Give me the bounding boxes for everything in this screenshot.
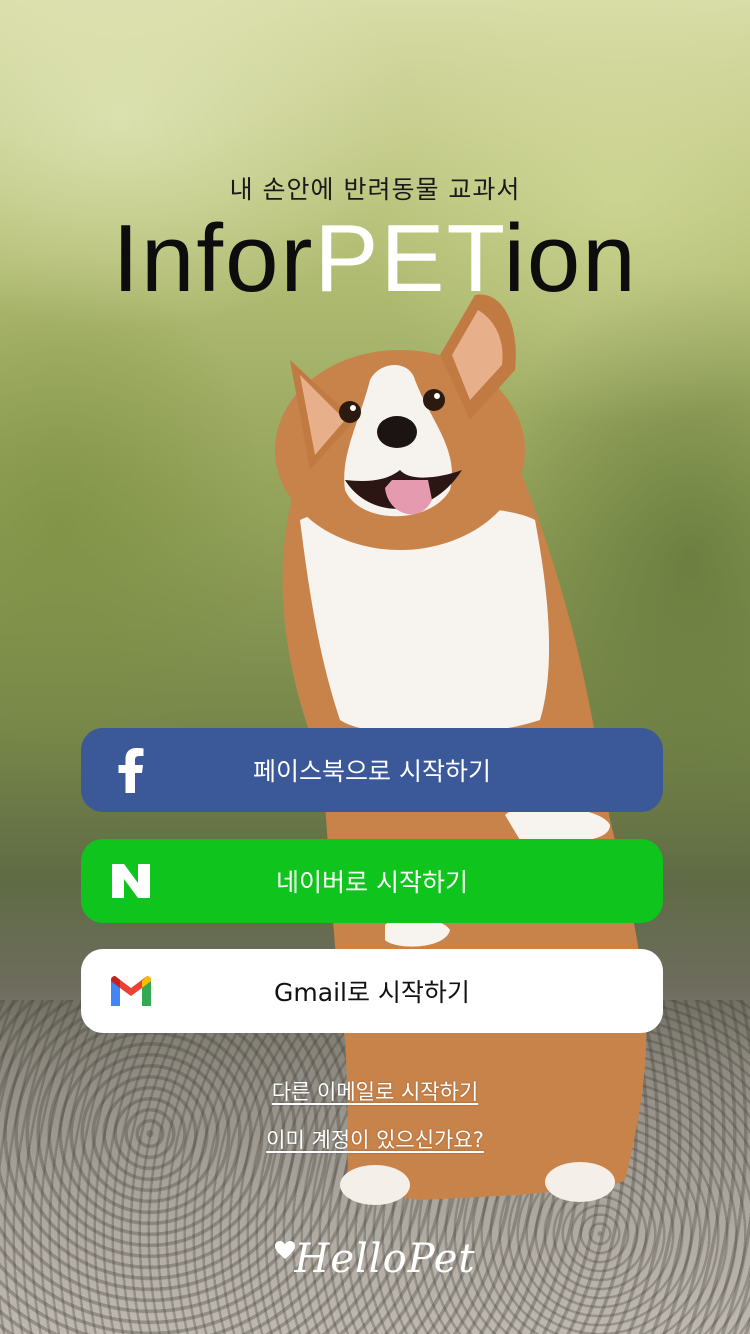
naver-icon xyxy=(103,853,159,909)
naver-login-label: 네이버로 시작하기 xyxy=(276,868,468,897)
app-title-prefix: Infor xyxy=(112,205,315,312)
existing-account-link[interactable]: 이미 계정이 있으신가요? xyxy=(0,1124,750,1154)
facebook-icon xyxy=(103,742,159,798)
other-email-link[interactable]: 다른 이메일로 시작하기 xyxy=(0,1076,750,1106)
facebook-login-label: 페이스북으로 시작하기 xyxy=(253,757,491,786)
app-title: InforPETion xyxy=(0,204,750,314)
tagline: 내 손안에 반려동물 교과서 xyxy=(229,175,521,204)
naver-login-button[interactable]: 네이버로 시작하기 xyxy=(81,839,663,923)
gmail-login-label: Gmail로 시작하기 xyxy=(274,978,470,1007)
login-screen: 내 손안에 반려동물 교과서 InforPETion 페이스북으로 시작하기 네… xyxy=(0,0,750,1334)
gmail-login-button[interactable]: Gmail로 시작하기 xyxy=(81,949,663,1033)
brand-logo: HelloPet xyxy=(0,1236,750,1282)
gmail-icon xyxy=(103,963,159,1019)
app-title-suffix: ion xyxy=(503,205,638,312)
facebook-login-button[interactable]: 페이스북으로 시작하기 xyxy=(81,728,663,812)
app-title-highlight: PET xyxy=(314,205,504,312)
brand-name: HelloPet xyxy=(294,1236,476,1282)
